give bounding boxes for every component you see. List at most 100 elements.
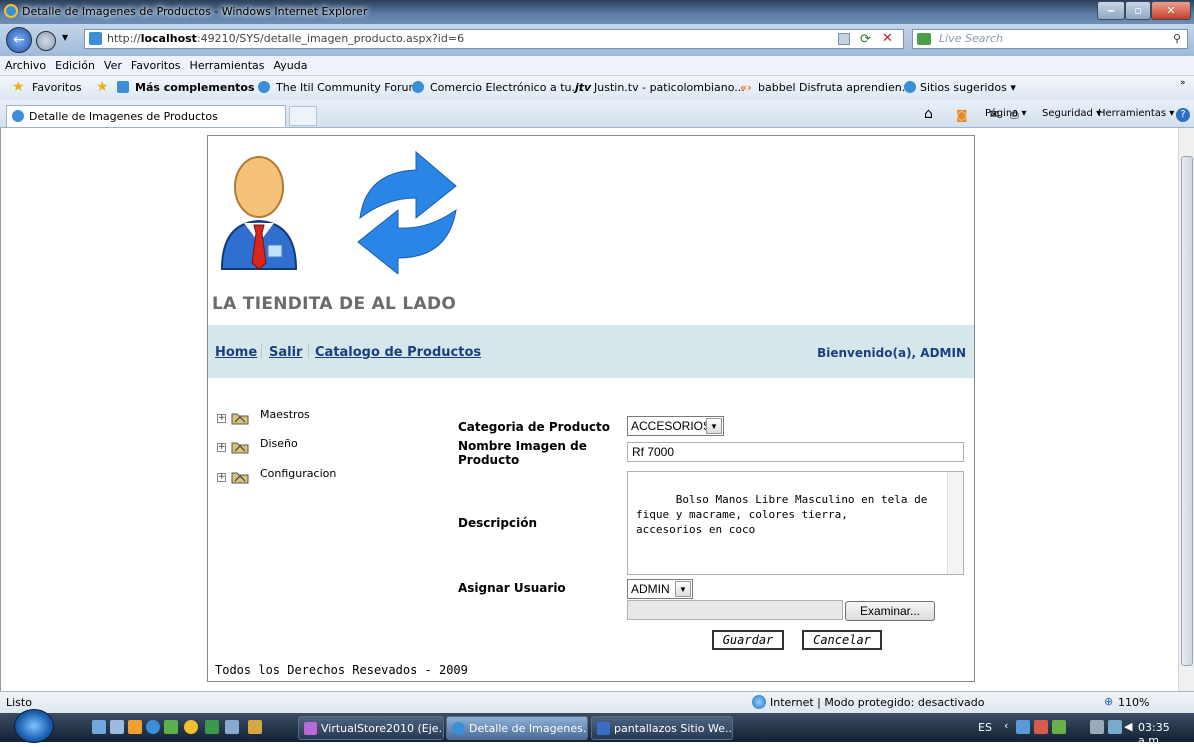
file-path-input[interactable] [627, 600, 843, 620]
expand-icon[interactable]: + [217, 443, 226, 452]
expand-icon[interactable]: + [217, 473, 226, 482]
add-favorite-icon[interactable]: ★ [96, 79, 109, 95]
paint-icon[interactable] [184, 720, 198, 734]
page-icon [89, 32, 102, 45]
tray-icon[interactable] [1108, 720, 1122, 734]
fav-link-babbel[interactable]: babbel Disfruta aprendien... [758, 81, 912, 94]
mas-complementos-link[interactable]: Más complementos ▾ [135, 81, 264, 94]
forward-button[interactable] [36, 31, 56, 51]
search-input[interactable]: Live Search ⚲ [912, 29, 1188, 49]
status-text: Listo [6, 696, 32, 709]
user-avatar-icon [220, 156, 298, 270]
usuario-value: ADMIN [631, 582, 670, 596]
cancelar-button[interactable]: Cancelar [802, 630, 882, 650]
start-button[interactable] [14, 709, 54, 743]
window-title: Detalle de Imagenes de Productos - Windo… [22, 5, 368, 18]
nav-salir-link[interactable]: Salir [269, 345, 302, 360]
folder-icon [231, 442, 249, 454]
menu-ayuda[interactable]: Ayuda [268, 56, 311, 72]
history-dropdown-icon[interactable]: ▼ [62, 33, 68, 42]
pagina-menu[interactable]: Página ▾ [985, 108, 1027, 119]
chevron-more-icon[interactable]: » [1180, 78, 1186, 88]
fav-link-justin[interactable]: Justin.tv - paticolombiano... [594, 81, 745, 94]
ie-tab-icon [12, 110, 24, 122]
close-button[interactable]: ✕ [1151, 1, 1191, 20]
maximize-button[interactable]: ▫ [1125, 1, 1151, 20]
nav-home-link[interactable]: Home [215, 345, 257, 360]
back-button[interactable]: ← [6, 27, 32, 53]
minimize-button[interactable]: ‒ [1097, 1, 1125, 20]
menu-edicion[interactable]: Edición [50, 56, 99, 72]
address-input[interactable]: http://localhost:49210/SYS/detalle_image… [84, 29, 904, 49]
volume-icon[interactable]: ◀ [1124, 720, 1132, 733]
footer-text: Todos los Derechos Resevados - 2009 [215, 663, 468, 677]
site-nav-band: Home Salir Catalogo de Productos Bienven… [208, 325, 974, 378]
address-toolbar: ← ▼ http://localhost:49210/SYS/detalle_i… [0, 24, 1194, 56]
taskbar-ie-window[interactable]: Detalle de Imagenes... [446, 716, 588, 740]
refresh-icon[interactable]: ⟳ [860, 32, 871, 47]
app-icon[interactable] [225, 720, 239, 734]
menu-archivo[interactable]: Archivo [0, 56, 50, 72]
chevron-down-icon[interactable]: ▼ [706, 418, 722, 434]
chevron-down-icon[interactable]: ▼ [675, 581, 691, 597]
favorites-button[interactable]: Favoritos [32, 81, 82, 94]
home-icon[interactable]: ⌂ [924, 106, 933, 122]
taskbar-word[interactable]: pantallazos Sitio We... [591, 716, 733, 740]
language-indicator[interactable]: ES [978, 721, 992, 734]
tray-expand-icon[interactable]: ‹ [1004, 719, 1008, 732]
project-icon[interactable] [205, 720, 219, 734]
status-bar: Listo Internet | Modo protegido: desacti… [0, 691, 1194, 713]
compat-view-icon[interactable] [838, 33, 850, 45]
tray-icon[interactable] [1034, 720, 1048, 734]
descripcion-textarea[interactable]: Bolso Manos Libre Masculino en tela de f… [627, 471, 964, 575]
vertical-scrollbar[interactable] [1178, 128, 1194, 691]
ie-quicklaunch-icon[interactable] [146, 720, 160, 734]
media-icon[interactable] [128, 720, 142, 734]
nombre-input[interactable]: Rf 7000 [627, 442, 964, 462]
menu-favoritos[interactable]: Favoritos [126, 56, 185, 72]
expand-icon[interactable]: + [217, 414, 226, 423]
taskbar-virtualstore[interactable]: VirtualStore2010 (Eje... [298, 716, 444, 740]
guardar-button[interactable]: Guardar [712, 630, 784, 650]
tab-detalle[interactable]: Detalle de Imagenes de Productos [6, 105, 286, 127]
new-tab-button[interactable] [289, 106, 317, 126]
descripcion-label: Descripción [458, 516, 537, 530]
usuario-select[interactable]: ADMIN ▼ [627, 579, 693, 599]
herramientas-menu[interactable]: Herramientas ▾ [1098, 108, 1174, 119]
app-icon[interactable] [248, 720, 262, 734]
feeds-icon[interactable]: ◙ [956, 108, 968, 122]
categoria-select[interactable]: ACCESORIOS ▼ [627, 416, 724, 436]
categoria-value: ACCESORIOS [631, 419, 712, 433]
clock[interactable]: 03:35 a.m. [1138, 721, 1194, 747]
zone-text[interactable]: Internet | Modo protegido: desactivado [770, 696, 984, 709]
stop-icon[interactable]: ✕ [882, 31, 893, 46]
tree-label: Configuracion [260, 467, 337, 480]
help-icon[interactable]: ? [1176, 108, 1190, 122]
sync-arrows-icon [357, 150, 457, 274]
taskbar-label: pantallazos Sitio We... [614, 722, 733, 735]
seguridad-menu[interactable]: Seguridad ▾ [1042, 108, 1101, 119]
tray-icon[interactable] [1052, 720, 1066, 734]
word-icon [597, 722, 610, 735]
switch-windows-icon[interactable] [110, 720, 124, 734]
tray-icon[interactable] [1016, 720, 1030, 734]
show-desktop-icon[interactable] [92, 720, 106, 734]
menu-ver[interactable]: Ver [99, 56, 126, 72]
search-icon[interactable]: ⚲ [1173, 30, 1181, 48]
scroll-thumb[interactable] [1181, 156, 1193, 666]
taskbar-label: VirtualStore2010 (Eje... [321, 722, 444, 735]
favorites-star-icon: ★ [12, 79, 25, 95]
fav-link-sugeridos[interactable]: Sitios sugeridos ▾ [920, 81, 1016, 94]
fav-link-comercio[interactable]: Comercio Electrónico a tu... [430, 81, 582, 94]
textarea-scrollbar[interactable] [947, 472, 963, 574]
nombre-label: Nombre Imagen de Producto [458, 439, 587, 467]
nav-catalogo-link[interactable]: Catalogo de Productos [315, 345, 481, 360]
network-icon[interactable] [1090, 720, 1104, 734]
ie-page-icon [904, 81, 916, 93]
welcome-text: Bienvenido(a), ADMIN [817, 346, 966, 360]
messenger-icon[interactable] [164, 720, 178, 734]
examinar-button[interactable]: Examinar... [845, 601, 935, 621]
zoom-level[interactable]: 110% [1118, 696, 1149, 709]
fav-link-itil[interactable]: The Itil Community Forum [276, 81, 419, 94]
menu-herramientas[interactable]: Herramientas [185, 56, 269, 72]
